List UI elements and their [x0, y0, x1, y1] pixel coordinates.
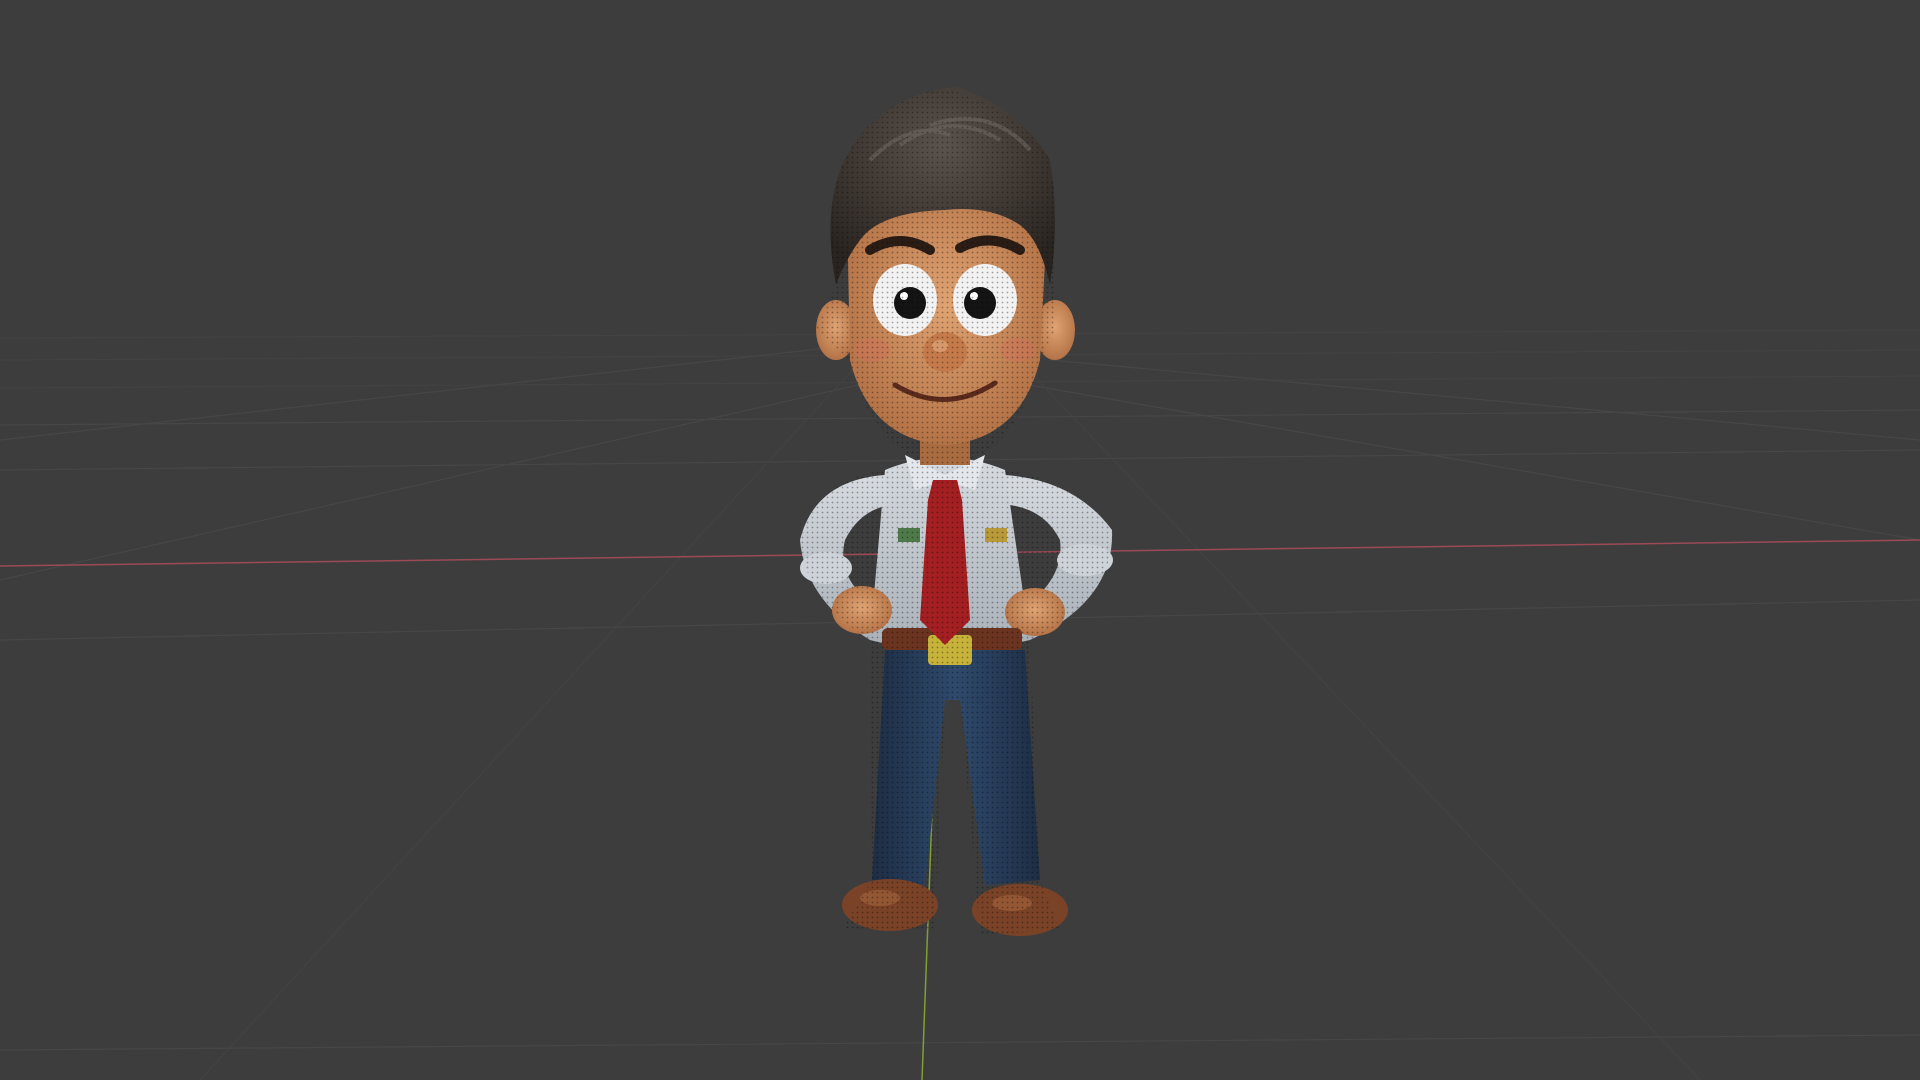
3d-viewport[interactable] — [0, 0, 1920, 1080]
viewport-canvas[interactable] — [0, 0, 1920, 1080]
character-model[interactable] — [800, 87, 1113, 936]
